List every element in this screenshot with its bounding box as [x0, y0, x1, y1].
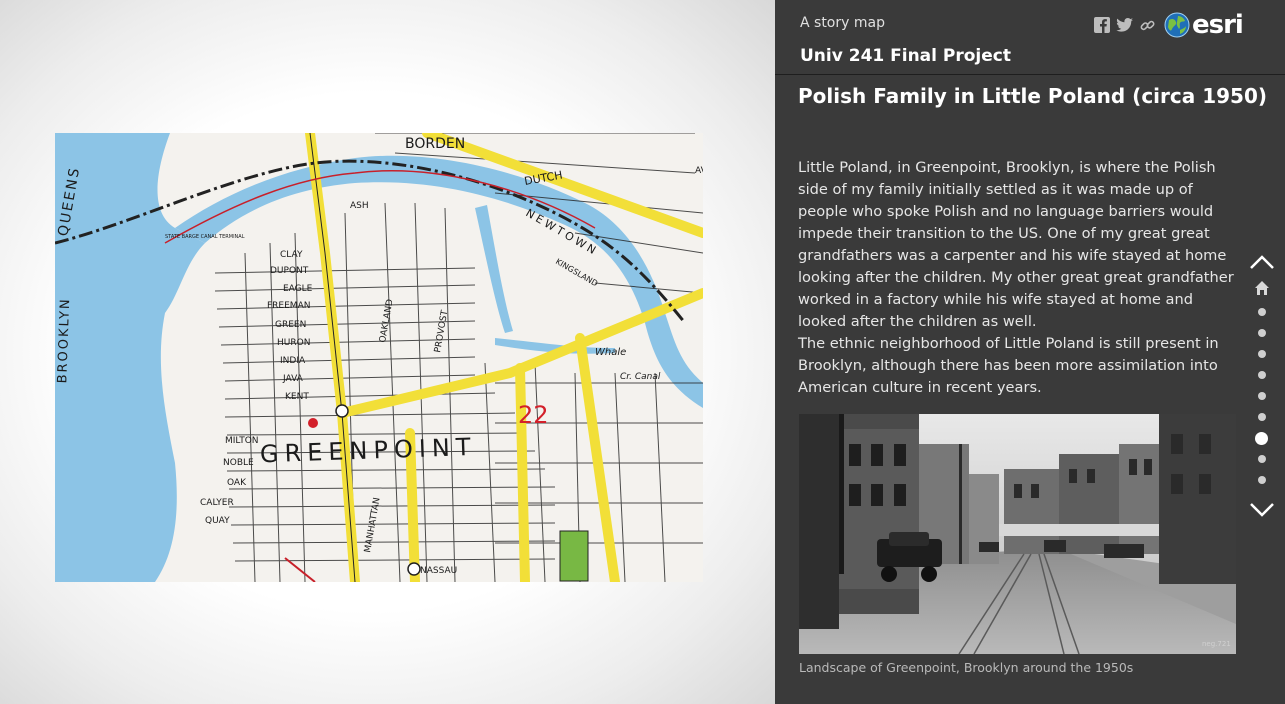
section-navigation [1245, 250, 1279, 530]
link-icon[interactable] [1139, 17, 1156, 34]
esri-wordmark: esri [1192, 10, 1244, 40]
app-title: Univ 241 Final Project [800, 46, 1011, 66]
map-street-quay: QUAY [205, 516, 230, 526]
map-label-nassau: NASSAU [420, 566, 457, 576]
section-dot-active[interactable] [1255, 432, 1268, 445]
map-label-brooklyn: BROOKLYN [55, 297, 73, 384]
body-paragraph: The ethnic neighborhood of Little Poland… [798, 335, 1219, 396]
greenpoint-map-image: GREENPOINT QUEENS BROOKLYN BORDEN DUTCH … [55, 133, 703, 582]
home-icon[interactable] [1254, 280, 1270, 296]
chevron-down-icon[interactable] [1249, 502, 1275, 518]
map-street-india: INDIA [280, 356, 306, 366]
section-body: Little Poland, in Greenpoint, Brooklyn, … [798, 157, 1243, 399]
chevron-up-icon[interactable] [1249, 254, 1275, 270]
map-street-huron: HURON [277, 338, 310, 348]
map-street-freeman: FREEMAN [267, 301, 310, 311]
map-label-av: AV [695, 166, 703, 176]
map-label-borden: BORDEN [405, 136, 465, 152]
side-panel: A story map Univ 241 Final Project esri … [775, 0, 1285, 704]
map-street-calyer: CALYER [200, 498, 234, 508]
section-heading: Polish Family in Little Poland (circa 19… [798, 84, 1268, 108]
header-bar: A story map Univ 241 Final Project esri [775, 0, 1285, 75]
esri-logo[interactable]: esri [1164, 10, 1244, 40]
map-label-creek: Cr. Canal [620, 372, 661, 382]
twitter-icon[interactable] [1116, 17, 1133, 34]
map-street-oak: OAK [227, 478, 247, 488]
section-dot[interactable] [1258, 371, 1266, 379]
map-label-number: 22 [518, 401, 549, 429]
section-dot[interactable] [1258, 413, 1266, 421]
section-dot[interactable] [1258, 329, 1266, 337]
photo-caption: Landscape of Greenpoint, Brooklyn around… [799, 660, 1134, 675]
section-dot[interactable] [1258, 476, 1266, 484]
map-street-dupont: DUPONT [270, 266, 309, 276]
section-dot[interactable] [1258, 350, 1266, 358]
map-street-green: GREEN [275, 320, 306, 330]
map-street-java: JAVA [282, 374, 304, 384]
greenpoint-street-photo: neg.721 [799, 414, 1236, 654]
facebook-icon[interactable] [1093, 17, 1110, 34]
story-map-label: A story map [800, 15, 885, 31]
map-street-kent: KENT [285, 392, 309, 402]
map-stage: GREENPOINT QUEENS BROOKLYN BORDEN DUTCH … [0, 0, 775, 704]
body-paragraph: Little Poland, in Greenpoint, Brooklyn, … [798, 159, 1234, 330]
globe-icon [1164, 12, 1190, 38]
section-dot[interactable] [1258, 455, 1266, 463]
map-label-whale: Whale [595, 347, 626, 358]
section-dot[interactable] [1258, 308, 1266, 316]
map-street-noble: NOBLE [223, 458, 254, 468]
share-bar: esri [1093, 10, 1244, 40]
section-dot[interactable] [1258, 392, 1266, 400]
map-label-state-barge: STATE BARGE CANAL TERMINAL [165, 234, 245, 240]
map-street-milton: MILTON [225, 436, 259, 446]
map-street-eagle: EAGLE [283, 284, 313, 294]
photo-watermark: neg.721 [1202, 640, 1231, 648]
map-street-clay: CLAY [280, 250, 303, 260]
map-street-ash: ASH [350, 201, 369, 211]
